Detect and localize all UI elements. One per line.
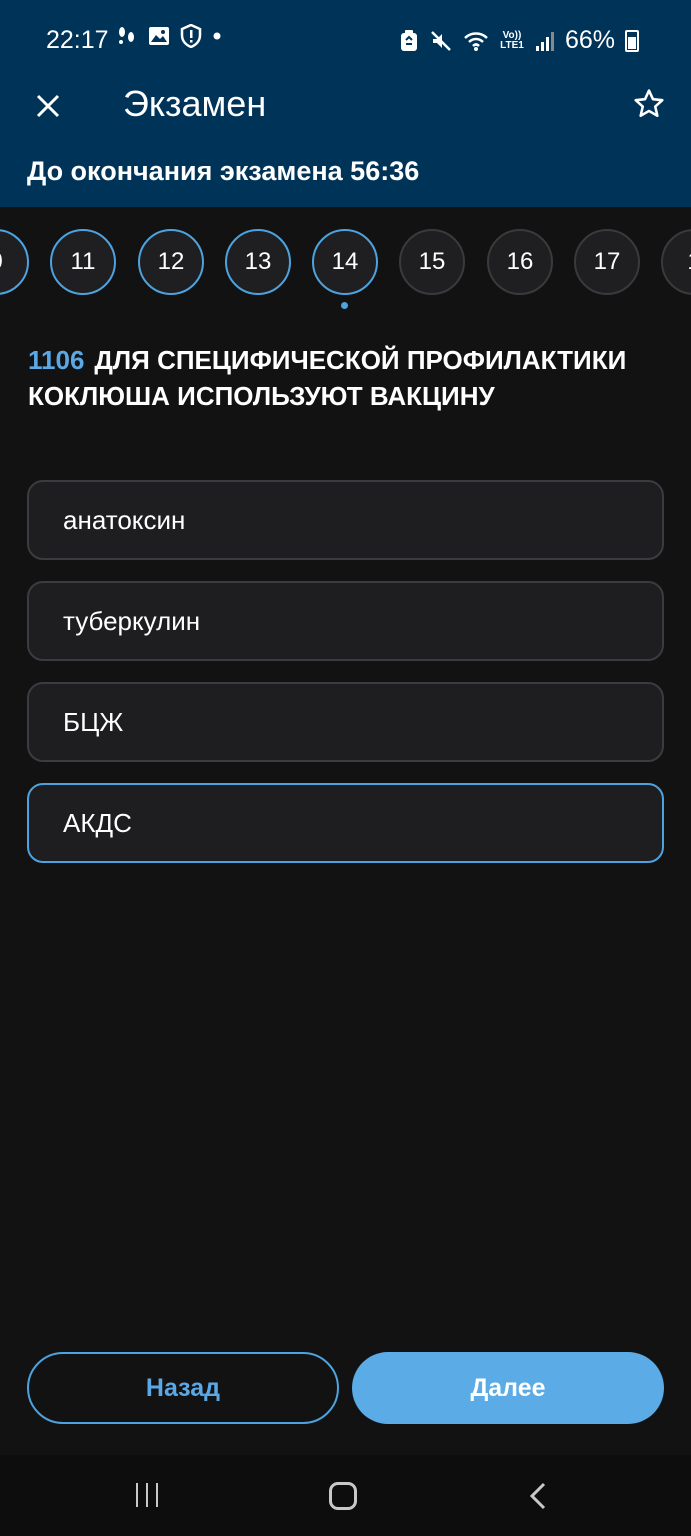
volte-icon: Vo)) LTE1 (500, 29, 524, 51)
header: 22:17 Vo)) LTE1 66% Экзамен До окончания… (0, 0, 691, 207)
question-number-button[interactable]: 17 (574, 229, 640, 295)
step-icon (119, 27, 134, 44)
close-button[interactable] (28, 86, 68, 126)
answer-option[interactable]: БЦЖ (27, 682, 664, 762)
exam-timer: До окончания экзамена 56:36 (27, 156, 420, 186)
question-text: ДЛЯ СПЕЦИФИЧЕСКОЙ ПРОФИЛАКТИКИ КОКЛЮША И… (28, 345, 627, 411)
recent-apps-icon (136, 1483, 138, 1507)
question-number-button[interactable]: 0 (0, 229, 29, 295)
wifi-icon (464, 31, 488, 51)
question-number-button[interactable]: 12 (138, 229, 204, 295)
question-number: 1106 (28, 345, 85, 375)
favorite-button[interactable] (629, 84, 669, 124)
question-number-button-current[interactable]: 14 (312, 229, 378, 295)
question-number-button[interactable]: 1 (661, 229, 691, 295)
answer-option[interactable]: анатоксин (27, 480, 664, 560)
status-bar: 22:17 Vo)) LTE1 66% (0, 0, 691, 80)
answer-option-selected[interactable]: АКДС (27, 783, 664, 863)
answer-option[interactable]: туберкулин (27, 581, 664, 661)
image-icon (149, 27, 169, 45)
question-number-button[interactable]: 11 (50, 229, 116, 295)
system-nav-bar (0, 1455, 691, 1536)
star-icon (634, 89, 664, 118)
recent-apps-icon (156, 1483, 158, 1507)
battery-icon (625, 29, 639, 52)
status-time: 22:17 (46, 26, 109, 54)
recent-apps-icon (146, 1483, 148, 1507)
home-button[interactable] (329, 1482, 357, 1510)
next-button[interactable]: Далее (352, 1352, 664, 1424)
question-number-button[interactable]: 15 (399, 229, 465, 295)
back-button[interactable]: Назад (27, 1352, 339, 1424)
question-number-button[interactable]: 16 (487, 229, 553, 295)
status-left-icons (116, 24, 222, 48)
recent-apps-button[interactable] (136, 1483, 158, 1507)
back-nav-icon[interactable] (524, 1481, 554, 1511)
page-title: Экзамен (123, 83, 267, 124)
mute-icon (431, 30, 451, 51)
close-icon (36, 94, 60, 118)
question-navigator: 0 11 12 13 14 15 16 17 1 (0, 207, 691, 317)
question-number-button[interactable]: 13 (225, 229, 291, 295)
question-text-block: 1106 ДЛЯ СПЕЦИФИЧЕСКОЙ ПРОФИЛАКТИКИ КОКЛЮ… (28, 342, 668, 414)
dot-icon (213, 32, 221, 40)
shield-icon (180, 24, 202, 48)
status-right: Vo)) LTE1 66% (399, 26, 639, 55)
recycle-icon (400, 29, 417, 51)
battery-percent: 66% (564, 26, 615, 54)
signal-icon (535, 31, 554, 51)
current-question-indicator (341, 302, 348, 309)
